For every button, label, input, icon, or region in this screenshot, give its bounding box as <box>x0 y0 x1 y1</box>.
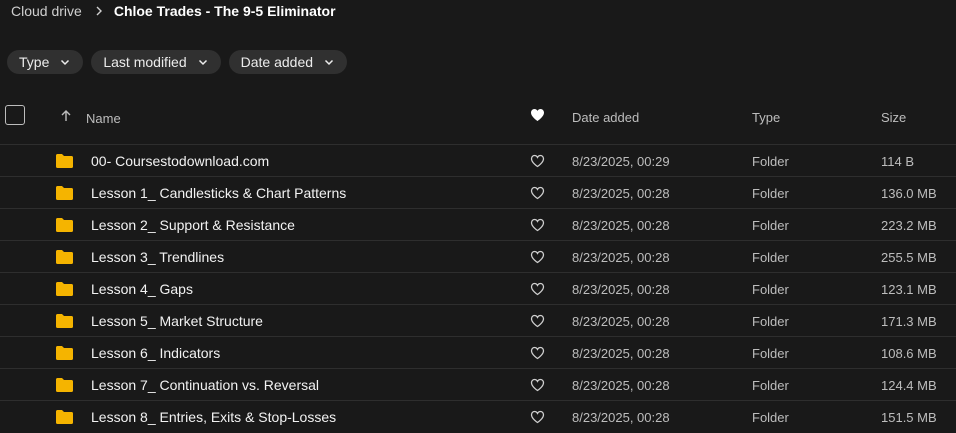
file-name[interactable]: Lesson 5_ Market Structure <box>91 313 263 329</box>
file-name[interactable]: Lesson 6_ Indicators <box>91 345 220 361</box>
filter-type-button[interactable]: Type <box>7 50 84 74</box>
breadcrumb-current-folder: Chloe Trades - The 9-5 Eliminator <box>113 3 336 19</box>
filter-last-modified-label: Last modified <box>103 54 187 70</box>
size-cell: 255.5 MB <box>881 250 937 265</box>
date-added-cell: 8/23/2025, 00:28 <box>572 410 670 425</box>
heart-outline-icon[interactable] <box>530 314 545 328</box>
column-header-size[interactable]: Size <box>881 110 906 125</box>
type-cell: Folder <box>752 186 789 201</box>
breadcrumb: Cloud drive Chloe Trades - The 9-5 Elimi… <box>11 2 336 20</box>
heart-outline-icon[interactable] <box>530 218 545 232</box>
date-added-cell: 8/23/2025, 00:28 <box>572 378 670 393</box>
filter-last-modified-button[interactable]: Last modified <box>91 50 221 74</box>
date-added-cell: 8/23/2025, 00:28 <box>572 314 670 329</box>
heart-outline-icon[interactable] <box>530 282 545 296</box>
chevron-down-icon <box>197 56 209 68</box>
type-cell: Folder <box>752 218 789 233</box>
date-added-cell: 8/23/2025, 00:28 <box>572 346 670 361</box>
folder-icon <box>55 313 74 329</box>
table-row[interactable]: Lesson 5_ Market Structure 8/23/2025, 00… <box>0 304 956 336</box>
folder-icon <box>55 249 74 265</box>
column-header-name[interactable]: Name <box>86 111 121 126</box>
filter-date-added-button[interactable]: Date added <box>228 50 348 74</box>
table-row[interactable]: Lesson 6_ Indicators 8/23/2025, 00:28 Fo… <box>0 336 956 368</box>
filter-type-label: Type <box>19 54 50 70</box>
size-cell: 108.6 MB <box>881 346 937 361</box>
type-cell: Folder <box>752 250 789 265</box>
table-row[interactable]: Lesson 8_ Entries, Exits & Stop-Losses 8… <box>0 400 956 432</box>
date-added-cell: 8/23/2025, 00:29 <box>572 154 670 169</box>
table-row[interactable]: Lesson 2_ Support & Resistance 8/23/2025… <box>0 208 956 240</box>
size-cell: 151.5 MB <box>881 410 937 425</box>
table-header: Name Date added Type Size <box>0 100 956 134</box>
filter-date-added-label: Date added <box>240 54 314 70</box>
table-row[interactable]: Lesson 4_ Gaps 8/23/2025, 00:28 Folder 1… <box>0 272 956 304</box>
type-cell: Folder <box>752 346 789 361</box>
size-cell: 223.2 MB <box>881 218 937 233</box>
size-cell: 124.4 MB <box>881 378 937 393</box>
folder-icon <box>55 217 74 233</box>
type-cell: Folder <box>752 154 789 169</box>
type-cell: Folder <box>752 282 789 297</box>
file-name[interactable]: Lesson 4_ Gaps <box>91 281 193 297</box>
file-name[interactable]: Lesson 8_ Entries, Exits & Stop-Losses <box>91 409 336 425</box>
heart-outline-icon[interactable] <box>530 250 545 264</box>
table-row[interactable]: 00- Coursestodownload.com 8/23/2025, 00:… <box>0 144 956 176</box>
folder-icon <box>55 377 74 393</box>
arrow-up-icon[interactable] <box>59 109 73 123</box>
column-header-date-added[interactable]: Date added <box>572 110 639 125</box>
table-row[interactable]: Lesson 7_ Continuation vs. Reversal 8/23… <box>0 368 956 400</box>
heart-filled-icon[interactable] <box>530 108 545 122</box>
heart-outline-icon[interactable] <box>530 186 545 200</box>
breadcrumb-root-link[interactable]: Cloud drive <box>11 3 82 19</box>
date-added-cell: 8/23/2025, 00:28 <box>572 250 670 265</box>
filter-bar: Type Last modified Date added <box>7 50 348 74</box>
date-added-cell: 8/23/2025, 00:28 <box>572 282 670 297</box>
type-cell: Folder <box>752 410 789 425</box>
heart-outline-icon[interactable] <box>530 378 545 392</box>
folder-icon <box>55 281 74 297</box>
file-name[interactable]: Lesson 2_ Support & Resistance <box>91 217 295 233</box>
heart-outline-icon[interactable] <box>530 154 545 168</box>
chevron-right-icon <box>91 3 107 19</box>
file-name[interactable]: 00- Coursestodownload.com <box>91 153 269 169</box>
file-name[interactable]: Lesson 1_ Candlesticks & Chart Patterns <box>91 185 346 201</box>
table-row[interactable]: Lesson 3_ Trendlines 8/23/2025, 00:28 Fo… <box>0 240 956 272</box>
file-list: 00- Coursestodownload.com 8/23/2025, 00:… <box>0 144 956 432</box>
select-all-checkbox[interactable] <box>5 105 25 125</box>
size-cell: 123.1 MB <box>881 282 937 297</box>
type-cell: Folder <box>752 378 789 393</box>
column-header-type[interactable]: Type <box>752 110 780 125</box>
cloud-drive-page: Cloud drive Chloe Trades - The 9-5 Elimi… <box>0 0 956 433</box>
folder-icon <box>55 153 74 169</box>
chevron-down-icon <box>323 56 335 68</box>
folder-icon <box>55 409 74 425</box>
size-cell: 171.3 MB <box>881 314 937 329</box>
folder-icon <box>55 345 74 361</box>
date-added-cell: 8/23/2025, 00:28 <box>572 186 670 201</box>
chevron-down-icon <box>59 56 71 68</box>
file-name[interactable]: Lesson 3_ Trendlines <box>91 249 224 265</box>
heart-outline-icon[interactable] <box>530 346 545 360</box>
table-row[interactable]: Lesson 1_ Candlesticks & Chart Patterns … <box>0 176 956 208</box>
folder-icon <box>55 185 74 201</box>
heart-outline-icon[interactable] <box>530 410 545 424</box>
size-cell: 136.0 MB <box>881 186 937 201</box>
date-added-cell: 8/23/2025, 00:28 <box>572 218 670 233</box>
file-name[interactable]: Lesson 7_ Continuation vs. Reversal <box>91 377 319 393</box>
type-cell: Folder <box>752 314 789 329</box>
size-cell: 114 B <box>881 154 915 169</box>
